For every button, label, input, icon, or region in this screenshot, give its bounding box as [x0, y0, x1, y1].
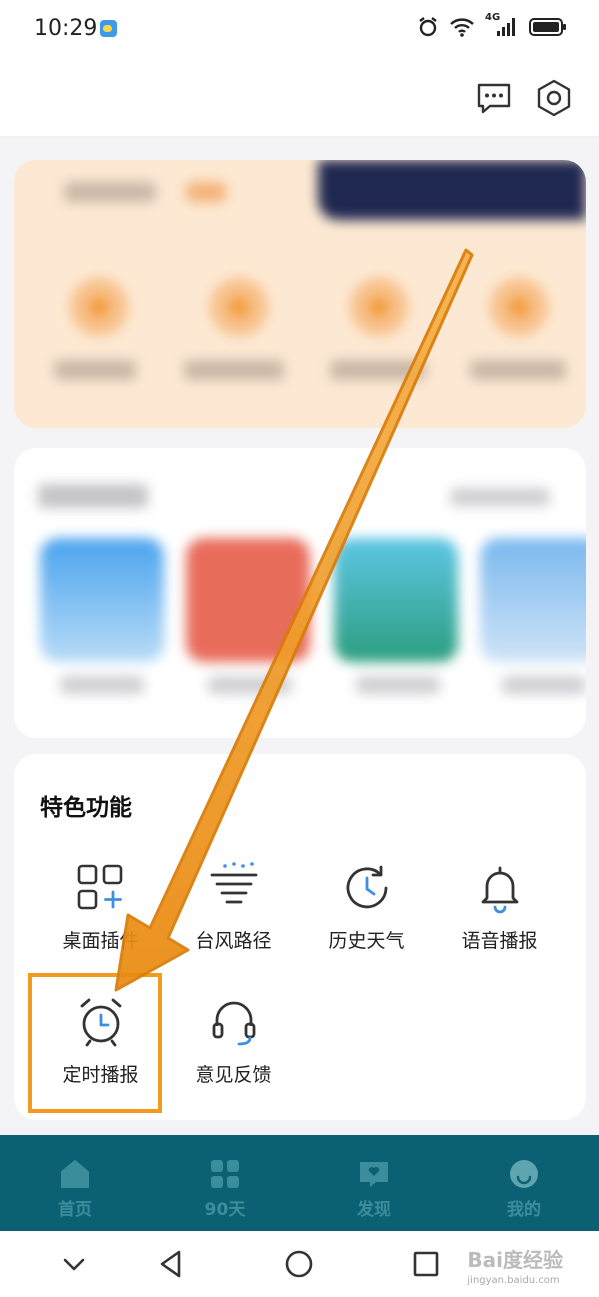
feature-label: 意见反馈	[195, 1064, 272, 1086]
watermark-logo: Bai度经验 jingyan.baidu.com	[467, 1244, 563, 1286]
wifi-icon	[450, 18, 474, 37]
blurred-heading	[38, 484, 148, 508]
discover-icon	[360, 1162, 388, 1187]
typhoon-icon	[210, 862, 257, 904]
feature-label: 台风路径	[195, 930, 272, 952]
feature-section-title: 特色功能	[40, 795, 132, 821]
headset-icon	[212, 1001, 255, 1046]
tab-label: 90天	[204, 1200, 246, 1220]
blurred-label	[330, 360, 426, 380]
blurred-tag	[186, 182, 226, 202]
back-icon[interactable]	[152, 1245, 190, 1283]
blurred-banner	[318, 160, 586, 220]
blurred-thumbnail	[40, 538, 164, 662]
feature-label: 桌面插件	[62, 930, 139, 952]
blurred-label	[356, 676, 440, 694]
blurred-label	[470, 360, 566, 380]
feature-label: 语音播报	[461, 930, 538, 952]
weather-app-icon	[100, 20, 117, 37]
feature-feedback[interactable]: 意见反馈	[167, 994, 300, 1104]
battery-icon	[529, 18, 566, 36]
tab-label: 发现	[357, 1200, 391, 1220]
alarm-status-icon	[419, 17, 437, 37]
feature-desktop-widget[interactable]: 桌面插件	[34, 860, 167, 970]
history-clock-icon	[346, 865, 387, 909]
chevron-down-icon[interactable]	[55, 1245, 93, 1283]
blurred-content	[14, 160, 586, 428]
blurred-thumbnail	[334, 538, 458, 662]
blurred-content	[14, 448, 586, 738]
tab-label: 首页	[58, 1200, 92, 1220]
blurred-icon	[350, 278, 408, 336]
feature-history-weather[interactable]: 历史天气	[300, 860, 433, 970]
blurred-thumbnail	[480, 538, 586, 662]
profile-icon	[510, 1160, 538, 1188]
blurred-icon	[490, 278, 548, 336]
watermark-text: Bai度经验	[467, 1248, 563, 1272]
blurred-icon	[70, 278, 128, 336]
signal-indicator: 4G	[485, 12, 519, 38]
blurred-theme-card	[14, 448, 586, 738]
blurred-icon	[210, 278, 268, 336]
tab-discover[interactable]: 发现	[299, 1135, 449, 1231]
network-type: 4G	[485, 12, 501, 23]
blurred-label	[502, 676, 586, 694]
home-nav-icon[interactable]	[280, 1245, 318, 1283]
status-time: 10:29	[34, 16, 98, 41]
settings-icon[interactable]	[534, 78, 574, 118]
tab-home[interactable]: 首页	[0, 1135, 150, 1231]
blurred-thumbnail	[186, 538, 310, 662]
home-icon	[61, 1160, 89, 1188]
blurred-label	[184, 360, 284, 380]
recents-icon[interactable]	[407, 1245, 445, 1283]
bell-icon	[481, 866, 518, 914]
watermark-url: jingyan.baidu.com	[467, 1275, 560, 1286]
blurred-vip-card	[14, 160, 586, 428]
feature-label: 历史天气	[328, 930, 405, 952]
tab-label: 我的	[507, 1200, 541, 1220]
blurred-more	[450, 488, 550, 506]
app-header	[0, 60, 599, 137]
bottom-tab-bar: 首页 90天 发现 我的	[0, 1135, 599, 1231]
message-icon[interactable]	[474, 78, 514, 118]
blurred-label	[60, 676, 144, 694]
blurred-title	[64, 182, 156, 202]
status-icons: 4G	[417, 12, 567, 38]
blurred-label	[208, 676, 292, 694]
status-bar: 10:29 4G	[0, 0, 599, 60]
feature-voice-broadcast[interactable]: 语音播报	[433, 860, 566, 970]
widget-add-icon	[77, 864, 122, 910]
grid-icon	[211, 1160, 239, 1188]
tab-90-days[interactable]: 90天	[150, 1135, 300, 1231]
blurred-label	[54, 360, 136, 380]
highlight-box	[28, 973, 162, 1113]
feature-typhoon-path[interactable]: 台风路径	[167, 860, 300, 970]
tab-profile[interactable]: 我的	[449, 1135, 599, 1231]
